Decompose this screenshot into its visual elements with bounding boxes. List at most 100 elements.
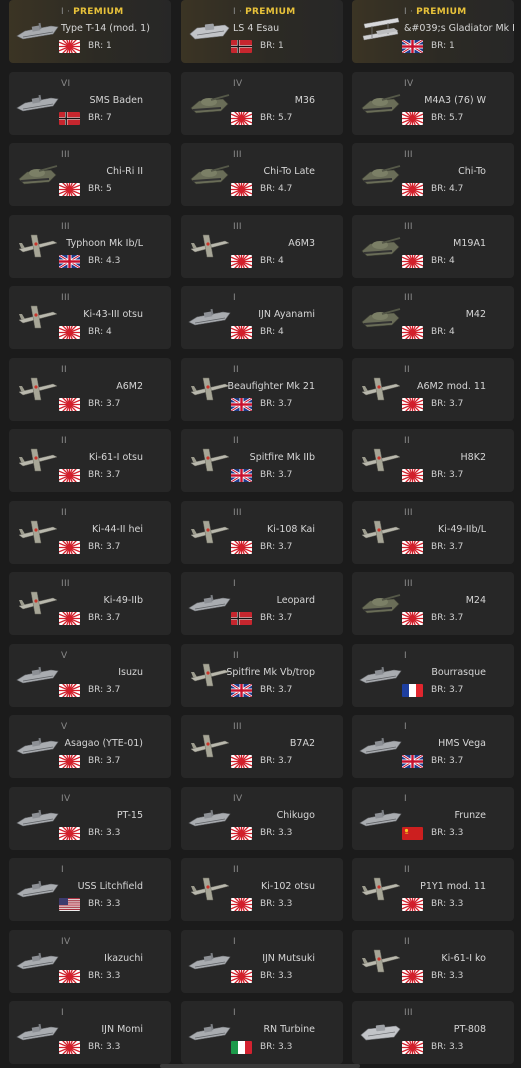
vehicle-card[interactable]: III M19A1 BR: 4: [352, 214, 514, 278]
rank-numeral: II: [233, 436, 239, 446]
vehicle-ship-icon: [358, 801, 402, 835]
japan-flag-icon: [402, 898, 423, 911]
vehicle-rank: III: [61, 293, 70, 303]
vehicle-card[interactable]: IV PT-15 BR: 3.3: [9, 786, 171, 850]
vehicle-name: A6M3: [288, 237, 315, 249]
uk-flag-icon: [231, 397, 252, 411]
vehicle-rank: I: [61, 1008, 64, 1018]
vehicle-name: B7A2: [289, 738, 315, 749]
vehicle-card[interactable]: II Beaufighter Mk 21 BR: 3.7: [181, 357, 343, 421]
vehicle-card[interactable]: II H8K2 BR: 3.7: [352, 429, 514, 492]
vehicle-name: PT-15: [116, 809, 143, 821]
rank-numeral: II: [233, 650, 239, 661]
vehicle-card[interactable]: III Chi-To Late BR: 4.7: [181, 143, 343, 206]
battle-rating: BR: 3.7: [88, 398, 121, 409]
vehicle-card[interactable]: III PT-808 BR: 3.3: [352, 1001, 514, 1064]
uk-flag-icon: [402, 755, 423, 768]
rank-numeral: II: [233, 364, 239, 375]
vehicle-rank: III: [404, 508, 413, 518]
battle-rating: BR: 3.7: [431, 756, 464, 766]
vehicle-name: M19A1: [453, 237, 486, 249]
vehicle-card[interactable]: IV Chikugo BR: 3.3: [181, 786, 343, 850]
vehicle-card[interactable]: III Ki-108 Kai BR: 3.7: [181, 500, 343, 564]
vehicle-rank: I: [61, 865, 64, 875]
vehicle-card[interactable]: III Chi-To BR: 4.7: [352, 143, 514, 206]
vehicle-card[interactable]: II A6M2 BR: 3.7: [9, 357, 171, 421]
vehicle-card[interactable]: II Ki-61-I ko BR: 3.3: [352, 929, 514, 993]
vehicle-card[interactable]: I Frunze BR: 3.3: [352, 786, 514, 850]
battle-rating: BR: 3.3: [260, 899, 293, 909]
vehicle-rank: II: [233, 365, 239, 375]
scroll-indicator[interactable]: [160, 1064, 360, 1068]
vehicle-card[interactable]: I RN Turbine BR: 3.3: [181, 1001, 343, 1064]
vehicle-name: P1Y1 mod. 11: [420, 881, 486, 892]
vehicle-name: A6M2 mod. 11: [416, 380, 486, 392]
vehicle-rank: III: [233, 150, 242, 160]
japan-flag-icon: [402, 969, 423, 983]
vehicle-name: A6M2: [116, 380, 143, 392]
vehicle-card[interactable]: II Ki-61-I otsu BR: 3.7: [9, 429, 171, 492]
premium-label: PREMIUM: [73, 7, 124, 17]
battle-rating: BR: 5: [88, 184, 112, 194]
vehicle-rank: II: [61, 436, 67, 446]
vehicle-card[interactable]: I · PREMIUM &#039;s Gladiator Mk II BR: 1: [352, 0, 514, 63]
vehicle-rank: III: [404, 579, 413, 589]
vehicle-card[interactable]: I Leopard BR: 3.7: [181, 572, 343, 635]
vehicle-rank: II: [233, 436, 239, 446]
vehicle-card[interactable]: III B7A2 BR: 3.7: [181, 715, 343, 778]
vehicle-card[interactable]: III M42 BR: 4: [352, 286, 514, 349]
battle-rating: BR: 3.7: [88, 613, 121, 623]
vehicle-name: LS 4 Esau: [233, 23, 280, 34]
vehicle-card[interactable]: I · PREMIUM LS 4 Esau BR: 1: [181, 0, 343, 63]
rank-separator: ·: [238, 7, 243, 17]
vehicle-plane-icon: [187, 872, 231, 906]
rank-numeral: III: [404, 221, 413, 232]
vehicle-ship-icon: [187, 1015, 231, 1049]
vehicle-card[interactable]: III Ki-49-IIb/L BR: 3.7: [352, 500, 514, 564]
vehicle-card[interactable]: III Ki-49-IIb BR: 3.7: [9, 572, 171, 635]
vehicle-card[interactable]: V Asagao (YTE-01) BR: 3.7: [9, 715, 171, 778]
vehicle-card[interactable]: II Spitfire Mk Vb/trop BR: 3.7: [181, 643, 343, 707]
vehicle-card[interactable]: III Typhoon Mk Ib/L BR: 4.3: [9, 214, 171, 278]
vehicle-card[interactable]: II P1Y1 mod. 11 BR: 3.3: [352, 858, 514, 921]
rank-numeral: III: [404, 579, 413, 589]
battle-rating: BR: 3.7: [260, 756, 293, 766]
vehicle-name: Asagao (YTE-01): [64, 738, 144, 749]
vehicle-ship-icon: [15, 658, 59, 692]
vehicle-card[interactable]: II A6M2 mod. 11 BR: 3.7: [352, 357, 514, 421]
vehicle-card[interactable]: II Ki-102 otsu BR: 3.3: [181, 858, 343, 921]
vehicle-rank: I: [233, 293, 236, 303]
vehicle-card[interactable]: VI SMS Baden BR: 7: [9, 71, 171, 135]
vehicle-card[interactable]: II Spitfire Mk IIb BR: 3.7: [181, 429, 343, 492]
vehicle-card[interactable]: IV Ikazuchi BR: 3.3: [9, 929, 171, 993]
rank-numeral: VI: [61, 78, 71, 89]
rank-numeral: II: [404, 436, 410, 446]
vehicle-rank: IV: [404, 79, 413, 89]
vehicle-plane-icon: [358, 515, 402, 549]
vehicle-card[interactable]: I USS Litchfield BR: 3.3: [9, 858, 171, 921]
vehicle-card[interactable]: I IJN Mutsuki BR: 3.3: [181, 929, 343, 993]
vehicle-card[interactable]: I IJN Ayanami BR: 4: [181, 286, 343, 349]
vehicle-card[interactable]: IV M36 BR: 5.7: [181, 71, 343, 135]
battle-rating: BR: 3.3: [431, 899, 464, 909]
battle-rating: BR: 4.7: [260, 184, 293, 194]
rank-numeral: III: [233, 507, 242, 518]
vehicle-card[interactable]: III Ki-43-III otsu BR: 4: [9, 286, 171, 349]
vehicle-card[interactable]: II Ki-44-II hei BR: 3.7: [9, 500, 171, 564]
rank-numeral: I: [61, 865, 64, 875]
vehicle-card[interactable]: I · PREMIUM Type T-14 (mod. 1) BR: 1: [9, 0, 171, 63]
vehicle-name: M4A3 (76) W: [424, 94, 486, 106]
vehicle-card[interactable]: I IJN Momi BR: 3.3: [9, 1001, 171, 1064]
vehicle-card[interactable]: I Bourrasque BR: 3.7: [352, 643, 514, 707]
vehicle-name: Ki-49-IIb: [103, 595, 143, 606]
vehicle-card[interactable]: III A6M3 BR: 4: [181, 214, 343, 278]
vehicle-card[interactable]: I HMS Vega BR: 3.7: [352, 715, 514, 778]
rank-numeral: III: [233, 150, 242, 160]
rank-numeral: III: [61, 293, 70, 303]
vehicle-card[interactable]: III Chi-Ri II BR: 5: [9, 143, 171, 206]
vehicle-card[interactable]: V Isuzu BR: 3.7: [9, 643, 171, 707]
vehicle-card[interactable]: IV M4A3 (76) W BR: 5.7: [352, 71, 514, 135]
vehicle-card[interactable]: III M24 BR: 3.7: [352, 572, 514, 635]
rank-numeral: I: [233, 7, 236, 17]
rank-numeral: I: [233, 293, 236, 303]
